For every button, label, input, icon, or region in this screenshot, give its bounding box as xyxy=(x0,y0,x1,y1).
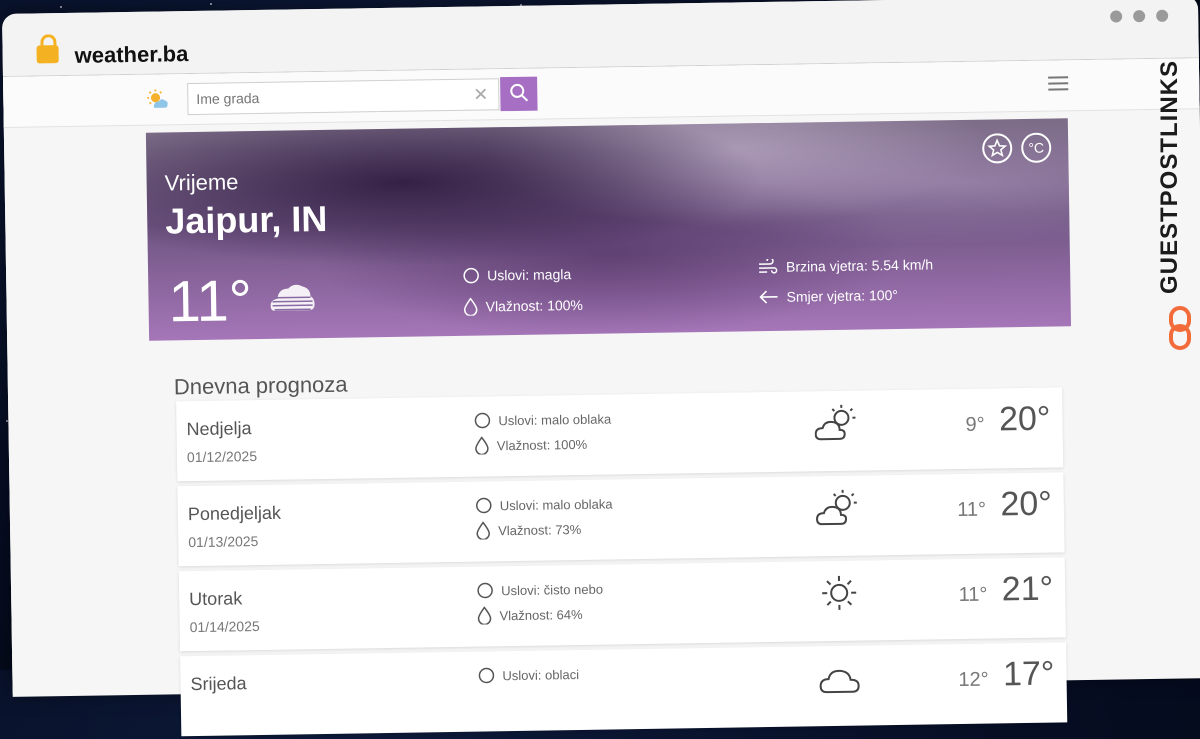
day-name: Ponedjeljak xyxy=(188,503,281,525)
cloud-icon xyxy=(818,658,863,699)
hero-wind-direction-text: Smjer vjetra: 100° xyxy=(786,287,898,305)
day-conditions: Uslovi: oblaci xyxy=(478,666,579,684)
forecast-day-card[interactable]: Ponedjeljak 01/13/2025 Uslovi: malo obla… xyxy=(177,472,1064,566)
window-dot-icon[interactable] xyxy=(1156,10,1168,22)
day-conditions-text: Uslovi: malo oblaka xyxy=(500,496,613,513)
partly-cloudy-icon xyxy=(814,403,859,444)
url-text[interactable]: weather.ba xyxy=(74,41,188,69)
link-logo-icon xyxy=(1168,306,1192,350)
hero-label: Vrijeme xyxy=(164,169,238,196)
max-temp: 21° xyxy=(1001,570,1053,609)
window-dot-icon[interactable] xyxy=(1133,10,1145,22)
min-temp: 11° xyxy=(958,584,987,606)
min-temp: 9° xyxy=(965,414,984,436)
city-search-input[interactable] xyxy=(187,78,499,115)
current-temperature: 11° xyxy=(168,267,252,335)
hero-wind-direction: Smjer vjetra: 100° xyxy=(758,287,898,305)
droplet-icon xyxy=(477,606,491,624)
conditions-circle-icon xyxy=(463,268,479,284)
day-name: Srijeda xyxy=(190,673,246,695)
droplet-icon xyxy=(476,521,490,539)
hero-wind-speed-text: Brzina vjetra: 5.54 km/h xyxy=(786,256,933,274)
fog-icon xyxy=(270,280,315,315)
conditions-circle-icon xyxy=(477,582,493,598)
forecast-day-card[interactable]: Utorak 01/14/2025 Uslovi: čisto nebo Vla… xyxy=(179,557,1066,651)
sun-icon xyxy=(817,573,862,614)
max-temp: 17° xyxy=(1003,655,1055,694)
day-humidity: Vlažnost: 73% xyxy=(476,520,581,540)
badge-text: GUESTPOSTLINKS xyxy=(1156,60,1184,294)
favorite-star-icon[interactable] xyxy=(982,133,1012,163)
hero-humidity-text: Vlažnost: 100% xyxy=(486,297,584,315)
forecast-day-card[interactable]: Srijeda Uslovi: oblaci 12° 17° xyxy=(180,642,1067,736)
unit-toggle-button[interactable]: °C xyxy=(1021,133,1051,163)
day-humidity: Vlažnost: 100% xyxy=(475,435,588,455)
day-humidity-text: Vlažnost: 100% xyxy=(497,436,588,452)
day-humidity-text: Vlažnost: 64% xyxy=(499,606,582,622)
conditions-circle-icon xyxy=(476,497,492,513)
day-conditions-text: Uslovi: čisto nebo xyxy=(501,581,603,598)
web-page: ✕ °C Vrijeme Jaipur, IN 11° xyxy=(3,58,1200,697)
forecast-day-card[interactable]: Nedjelja 01/12/2025 Uslovi: malo oblaka … xyxy=(176,387,1063,481)
max-temp: 20° xyxy=(999,400,1051,439)
hero-conditions-text: Uslovi: magla xyxy=(487,266,571,283)
partly-cloudy-icon xyxy=(816,488,861,529)
weather-logo-icon[interactable] xyxy=(146,88,168,110)
arrow-left-icon xyxy=(758,290,778,304)
day-conditions-text: Uslovi: oblaci xyxy=(502,667,579,683)
day-temperatures: 11° 21° xyxy=(958,570,1053,610)
lock-icon xyxy=(36,45,58,63)
city-title: Jaipur, IN xyxy=(165,198,328,243)
menu-icon[interactable] xyxy=(1048,72,1068,94)
hero-humidity: Vlažnost: 100% xyxy=(464,296,584,316)
day-humidity-text: Vlažnost: 73% xyxy=(498,521,581,537)
day-conditions: Uslovi: čisto nebo xyxy=(477,581,603,599)
conditions-circle-icon xyxy=(474,412,490,428)
day-temperatures: 9° 20° xyxy=(965,400,1051,440)
hero-conditions: Uslovi: magla xyxy=(463,266,571,284)
min-temp: 11° xyxy=(957,499,986,521)
day-conditions-text: Uslovi: malo oblaka xyxy=(498,411,611,428)
day-date: 01/13/2025 xyxy=(188,533,258,550)
search-icon xyxy=(509,82,529,102)
current-weather-hero: °C Vrijeme Jaipur, IN 11° Uslovi: magla … xyxy=(146,118,1071,340)
day-temperatures: 12° 17° xyxy=(958,655,1055,696)
forecast-title: Dnevna prognoza xyxy=(174,372,348,401)
day-conditions: Uslovi: malo oblaka xyxy=(474,410,611,428)
droplet-icon xyxy=(475,436,489,454)
day-humidity: Vlažnost: 64% xyxy=(477,605,582,625)
day-conditions: Uslovi: malo oblaka xyxy=(476,495,613,513)
hero-wind-speed: Brzina vjetra: 5.54 km/h xyxy=(758,256,933,275)
max-temp: 20° xyxy=(1000,485,1052,524)
window-dot-icon[interactable] xyxy=(1110,10,1122,22)
day-name: Utorak xyxy=(189,588,242,610)
day-name: Nedjelja xyxy=(186,418,251,440)
clear-icon[interactable]: ✕ xyxy=(473,84,488,105)
day-date: 01/12/2025 xyxy=(187,448,257,465)
day-date: 01/14/2025 xyxy=(190,618,260,635)
search-button[interactable] xyxy=(500,77,538,112)
day-temperatures: 11° 20° xyxy=(957,485,1052,525)
browser-window: weather.ba ✕ xyxy=(2,0,1200,694)
droplet-icon xyxy=(464,298,478,316)
min-temp: 12° xyxy=(958,669,989,691)
window-controls xyxy=(1110,10,1168,23)
wind-icon xyxy=(758,259,778,275)
